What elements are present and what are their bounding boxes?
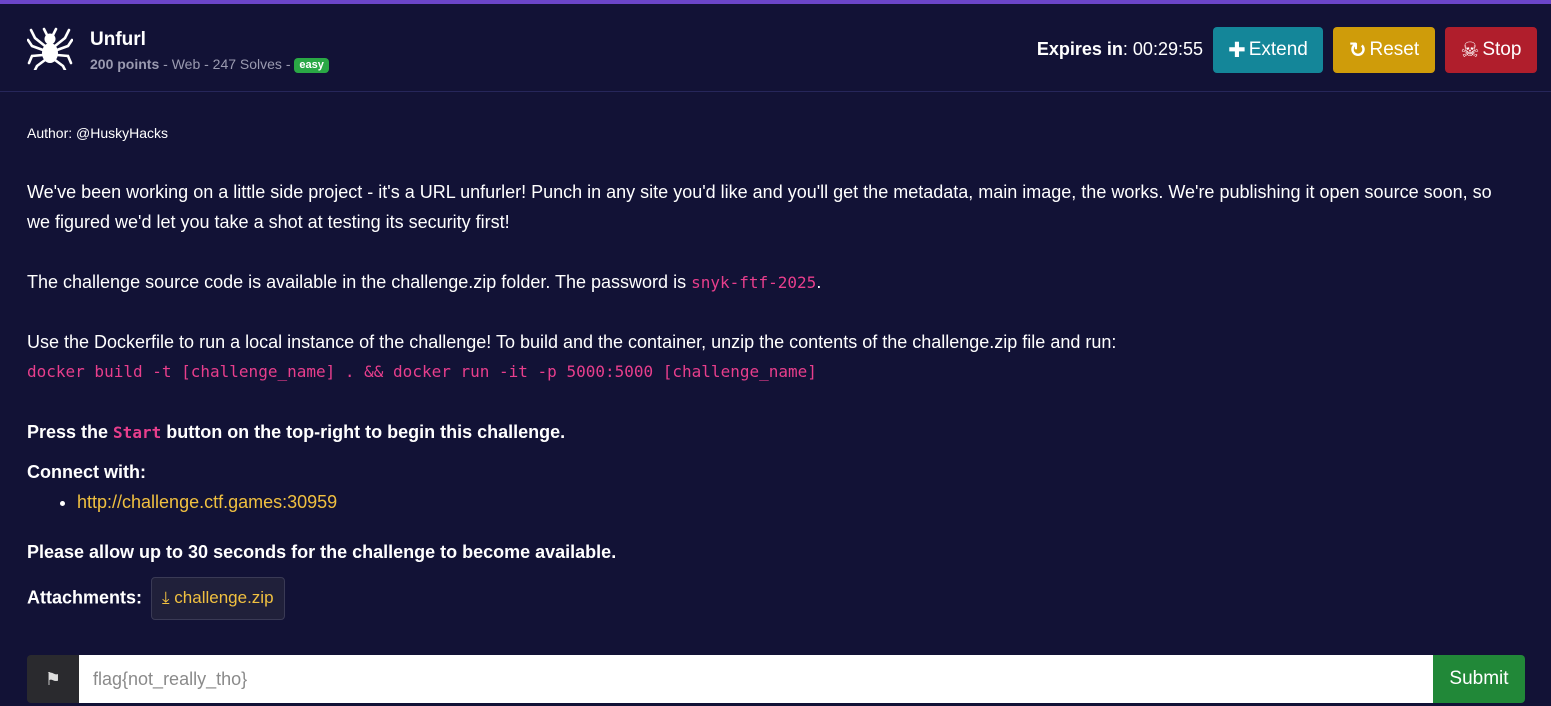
challenge-points: 200 points xyxy=(90,56,160,72)
list-item: http://challenge.ctf.games:30959 xyxy=(77,487,337,517)
difficulty-badge: easy xyxy=(294,58,329,73)
checkered-flag-icon: ⚑ xyxy=(27,655,79,703)
extend-button[interactable]: ✚ Extend xyxy=(1213,27,1323,73)
docker-command: docker build -t [challenge_name] . && do… xyxy=(27,362,817,381)
start-code: Start xyxy=(113,423,162,442)
connect-list: http://challenge.ctf.games:30959 xyxy=(27,487,337,517)
expiry-timer: Expires in: 00:29:55 xyxy=(1037,39,1203,60)
attachments-row: Attachments: ⤓ challenge.zip xyxy=(27,577,1507,620)
spider-icon xyxy=(27,27,73,70)
challenge-meta: 200 points - Web - 247 Solves - easy xyxy=(90,56,329,73)
connect-label: Connect with: xyxy=(27,462,146,482)
redo-icon: ↻ xyxy=(1348,38,1367,62)
expiry-value: : 00:29:55 xyxy=(1122,39,1203,59)
source-text: The challenge source code is available i… xyxy=(27,272,692,292)
challenge-page: Unfurl 200 points - Web - 247 Solves - e… xyxy=(0,0,1551,706)
attachment-download-button[interactable]: ⤓ challenge.zip xyxy=(151,577,285,620)
source-paragraph: The challenge source code is available i… xyxy=(27,267,1507,298)
plus-icon: ✚ xyxy=(1228,38,1246,62)
stop-label: Stop xyxy=(1482,39,1522,60)
extend-label: Extend xyxy=(1248,39,1308,60)
flag-form: ⚑ Submit xyxy=(27,655,1525,703)
docker-text: Use the Dockerfile to run a local instan… xyxy=(27,332,1117,352)
challenge-url-link[interactable]: http://challenge.ctf.games:30959 xyxy=(77,492,337,512)
attachments-label: Attachments: xyxy=(27,587,143,608)
docker-paragraph: Use the Dockerfile to run a local instan… xyxy=(27,327,1507,387)
press-start-paragraph: Press the Start button on the top-right … xyxy=(27,417,1507,448)
password-code: snyk-ftf-2025 xyxy=(691,273,817,292)
expiry-label: Expires in xyxy=(1036,39,1123,59)
attachment-filename: challenge.zip xyxy=(174,588,274,607)
reset-label: Reset xyxy=(1369,39,1420,60)
reset-button[interactable]: ↻ Reset xyxy=(1333,27,1435,73)
source-end: . xyxy=(816,272,822,292)
press-before: Press the xyxy=(27,422,114,442)
press-after: button on the top-right to begin this ch… xyxy=(161,422,566,442)
challenge-category-solves: - Web - 247 Solves - xyxy=(159,56,295,72)
challenge-header: Unfurl 200 points - Web - 247 Solves - e… xyxy=(0,8,1551,92)
challenge-title: Unfurl xyxy=(90,29,146,50)
submit-button[interactable]: Submit xyxy=(1433,655,1525,703)
allow-paragraph: Please allow up to 30 seconds for the ch… xyxy=(27,542,617,562)
intro-paragraph: We've been working on a little side proj… xyxy=(27,182,1492,232)
author-line: Author: @HuskyHacks xyxy=(27,125,169,141)
download-icon: ⤓ xyxy=(162,588,170,607)
skull-crossbones-icon: ☠ xyxy=(1460,38,1480,62)
flag-input[interactable] xyxy=(79,655,1433,703)
stop-button[interactable]: ☠ Stop xyxy=(1445,27,1537,73)
